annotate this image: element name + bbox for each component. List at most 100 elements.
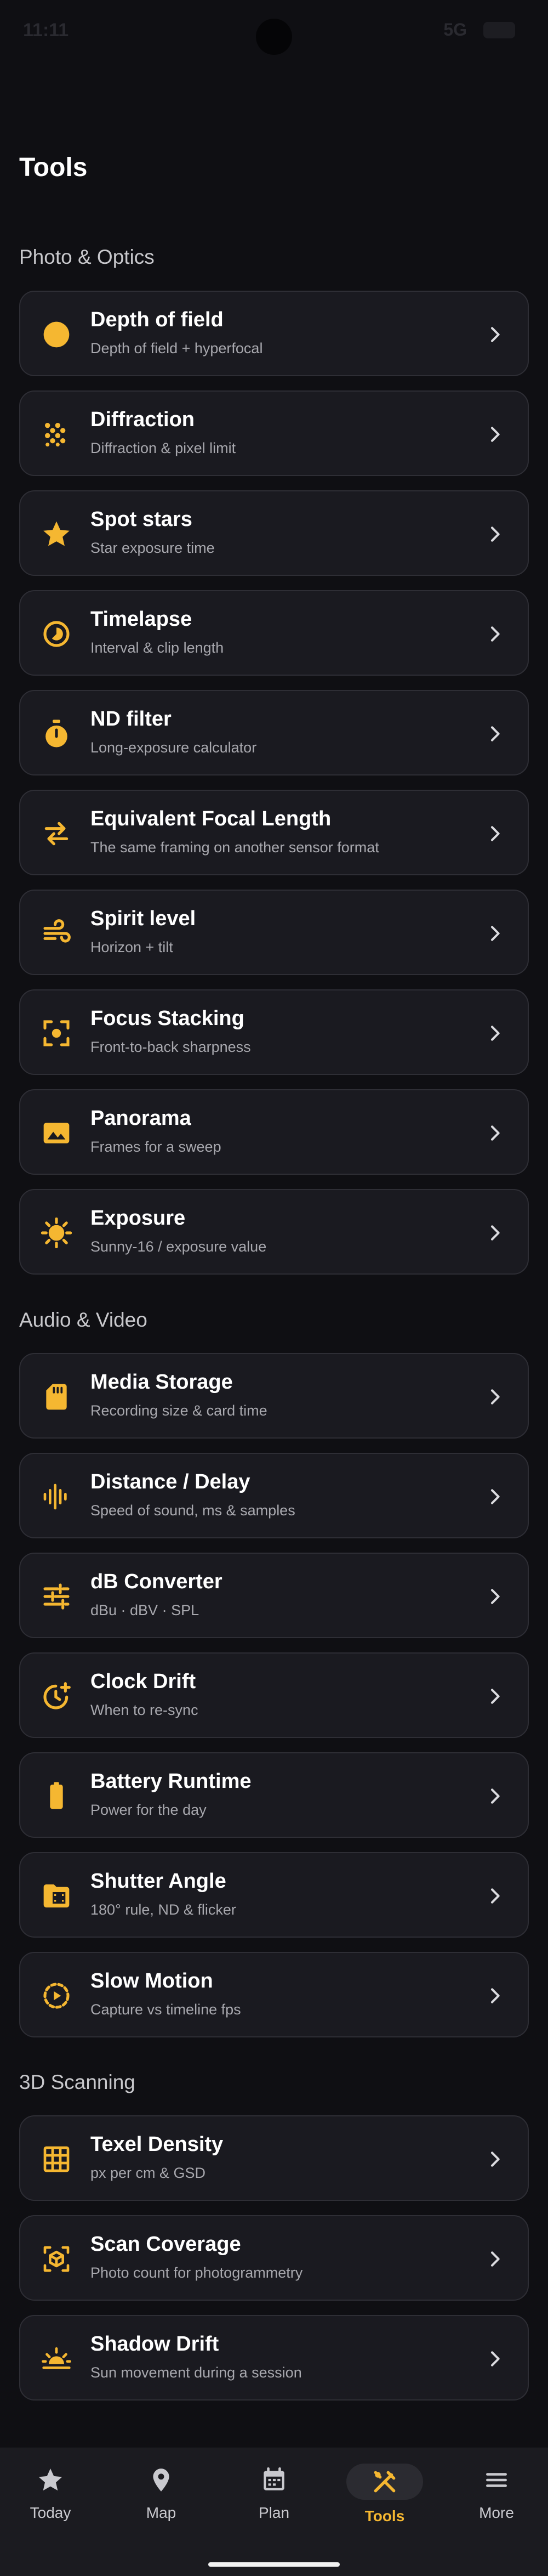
- sliders-icon: [40, 1580, 73, 1613]
- chevron-right-icon: [484, 2347, 506, 2371]
- chevron-right-icon: [484, 921, 506, 946]
- chevron-right-icon: [484, 822, 506, 846]
- cube-scan-icon: [40, 2243, 73, 2275]
- tool-title: Distance / Delay: [90, 1470, 250, 1493]
- chevron-right-icon: [484, 1684, 506, 1708]
- chevron-right-icon: [484, 322, 506, 347]
- tool-card-equivalent-focal-length[interactable]: Equivalent Focal Length The same framing…: [19, 790, 529, 875]
- tool-title: Diffraction: [90, 408, 195, 431]
- swap-arrows-icon: [40, 817, 73, 850]
- nav-item-map[interactable]: Map: [112, 2464, 210, 2546]
- tool-subtitle: Depth of field + hyperfocal: [90, 340, 263, 356]
- chevron-right-icon: [484, 2147, 506, 2171]
- tool-card-texel-density[interactable]: Texel Density px per cm & GSD: [19, 2115, 529, 2201]
- tool-card-slow-motion[interactable]: Slow Motion Capture vs timeline fps: [19, 1952, 529, 2037]
- tool-title: Shutter Angle: [90, 1870, 226, 1893]
- chevron-right-icon: [484, 1784, 506, 1808]
- tool-card-focus-stacking[interactable]: Focus Stacking Front-to-back sharpness: [19, 989, 529, 1075]
- timelapse-icon: [40, 618, 73, 650]
- network-indicator: 5G: [443, 20, 467, 39]
- tool-subtitle: When to re-sync: [90, 1702, 198, 1718]
- sunset-icon: [40, 2342, 73, 2375]
- tool-title: Battery Runtime: [90, 1770, 252, 1793]
- tool-card-panorama[interactable]: Panorama Frames for a sweep: [19, 1089, 529, 1175]
- tool-card-db-converter[interactable]: dB Converter dBu · dBV · SPL: [19, 1553, 529, 1638]
- tool-subtitle: Sun movement during a session: [90, 2364, 302, 2381]
- menu-icon: [478, 2464, 515, 2496]
- chevron-right-icon: [484, 1584, 506, 1609]
- tool-subtitle: px per cm & GSD: [90, 2165, 206, 2181]
- chevron-right-icon: [484, 722, 506, 746]
- tool-title: Focus Stacking: [90, 1007, 244, 1030]
- nav-item-tools[interactable]: Tools: [335, 2464, 434, 2546]
- tool-card-nd-filter[interactable]: ND filter Long-exposure calculator: [19, 690, 529, 775]
- nav-item-more[interactable]: More: [447, 2464, 546, 2546]
- clock-add-icon: [40, 1680, 73, 1713]
- page-title: Tools: [19, 153, 88, 182]
- bottom-navigation: Today Map Plan Tools More: [0, 2448, 548, 2576]
- chevron-right-icon: [484, 1485, 506, 1509]
- section-title-audio-video: Audio & Video: [19, 1309, 147, 1331]
- chevron-right-icon: [484, 1221, 506, 1245]
- tool-title: Slow Motion: [90, 1969, 213, 1992]
- tool-card-spirit-level[interactable]: Spirit level Horizon + tilt: [19, 890, 529, 975]
- tool-card-spot-stars[interactable]: Spot stars Star exposure time: [19, 490, 529, 576]
- tool-subtitle: Recording size & card time: [90, 1402, 267, 1419]
- tool-subtitle: Star exposure time: [90, 540, 215, 556]
- air-lines-icon: [40, 917, 73, 950]
- tool-subtitle: 180° rule, ND & flicker: [90, 1901, 236, 1918]
- tool-title: Shadow Drift: [90, 2332, 219, 2356]
- tool-title: Texel Density: [90, 2133, 224, 2156]
- tool-title: dB Converter: [90, 1570, 222, 1593]
- nav-label: Map: [146, 2504, 176, 2521]
- nav-item-today[interactable]: Today: [1, 2464, 100, 2546]
- tool-subtitle: Diffraction & pixel limit: [90, 440, 236, 456]
- tool-title: ND filter: [90, 707, 172, 731]
- tool-card-diffraction[interactable]: Diffraction Diffraction & pixel limit: [19, 390, 529, 476]
- tool-title: Spirit level: [90, 907, 196, 930]
- tool-card-shadow-drift[interactable]: Shadow Drift Sun movement during a sessi…: [19, 2315, 529, 2401]
- circle-icon: [40, 318, 73, 351]
- star-icon: [40, 518, 73, 551]
- image-icon: [40, 1117, 73, 1150]
- tool-subtitle: Sunny-16 / exposure value: [90, 1238, 267, 1255]
- tools-screen: 11:11 5G Tools Photo & Optics Depth of f…: [0, 0, 548, 2576]
- tool-card-shutter-angle[interactable]: Shutter Angle 180° rule, ND & flicker: [19, 1852, 529, 1938]
- tool-subtitle: Long-exposure calculator: [90, 739, 257, 756]
- sd-card-icon: [40, 1380, 73, 1413]
- tool-title: Exposure: [90, 1207, 186, 1230]
- tool-subtitle: Front-to-back sharpness: [90, 1039, 251, 1055]
- tool-card-timelapse[interactable]: Timelapse Interval & clip length: [19, 590, 529, 676]
- tool-card-battery-runtime[interactable]: Battery Runtime Power for the day: [19, 1752, 529, 1838]
- tool-subtitle: Capture vs timeline fps: [90, 2001, 241, 2018]
- tool-card-scan-coverage[interactable]: Scan Coverage Photo count for photogramm…: [19, 2215, 529, 2301]
- tool-subtitle: Photo count for photogrammetry: [90, 2264, 303, 2281]
- chevron-right-icon: [484, 1021, 506, 1045]
- nav-item-plan[interactable]: Plan: [225, 2464, 323, 2546]
- chevron-right-icon: [484, 422, 506, 446]
- film-folder-icon: [40, 1879, 73, 1912]
- nav-label: Today: [30, 2504, 71, 2521]
- tool-title: Clock Drift: [90, 1670, 196, 1693]
- chevron-right-icon: [484, 522, 506, 546]
- camera-cutout: [256, 19, 292, 55]
- tool-title: Media Storage: [90, 1371, 233, 1394]
- star-icon: [32, 2464, 69, 2496]
- tool-subtitle: Horizon + tilt: [90, 939, 173, 955]
- tool-card-depth-of-field[interactable]: Depth of field Depth of field + hyperfoc…: [19, 291, 529, 376]
- status-indicators: 5G: [443, 20, 515, 40]
- tool-card-clock-drift[interactable]: Clock Drift When to re-sync: [19, 1652, 529, 1738]
- tool-subtitle: Power for the day: [90, 1802, 207, 1818]
- tool-title: Spot stars: [90, 508, 192, 531]
- nav-label: Plan: [258, 2504, 290, 2521]
- nav-label: Tools: [364, 2507, 405, 2524]
- home-indicator[interactable]: [208, 2562, 340, 2567]
- tool-title: Timelapse: [90, 608, 192, 631]
- tool-card-distance-delay[interactable]: Distance / Delay Speed of sound, ms & sa…: [19, 1453, 529, 1538]
- tool-title: Scan Coverage: [90, 2233, 241, 2256]
- chevron-right-icon: [484, 1984, 506, 2008]
- tool-card-exposure[interactable]: Exposure Sunny-16 / exposure value: [19, 1189, 529, 1275]
- calendar-icon: [255, 2464, 293, 2496]
- tool-card-media-storage[interactable]: Media Storage Recording size & card time: [19, 1353, 529, 1439]
- timer-icon: [40, 717, 73, 750]
